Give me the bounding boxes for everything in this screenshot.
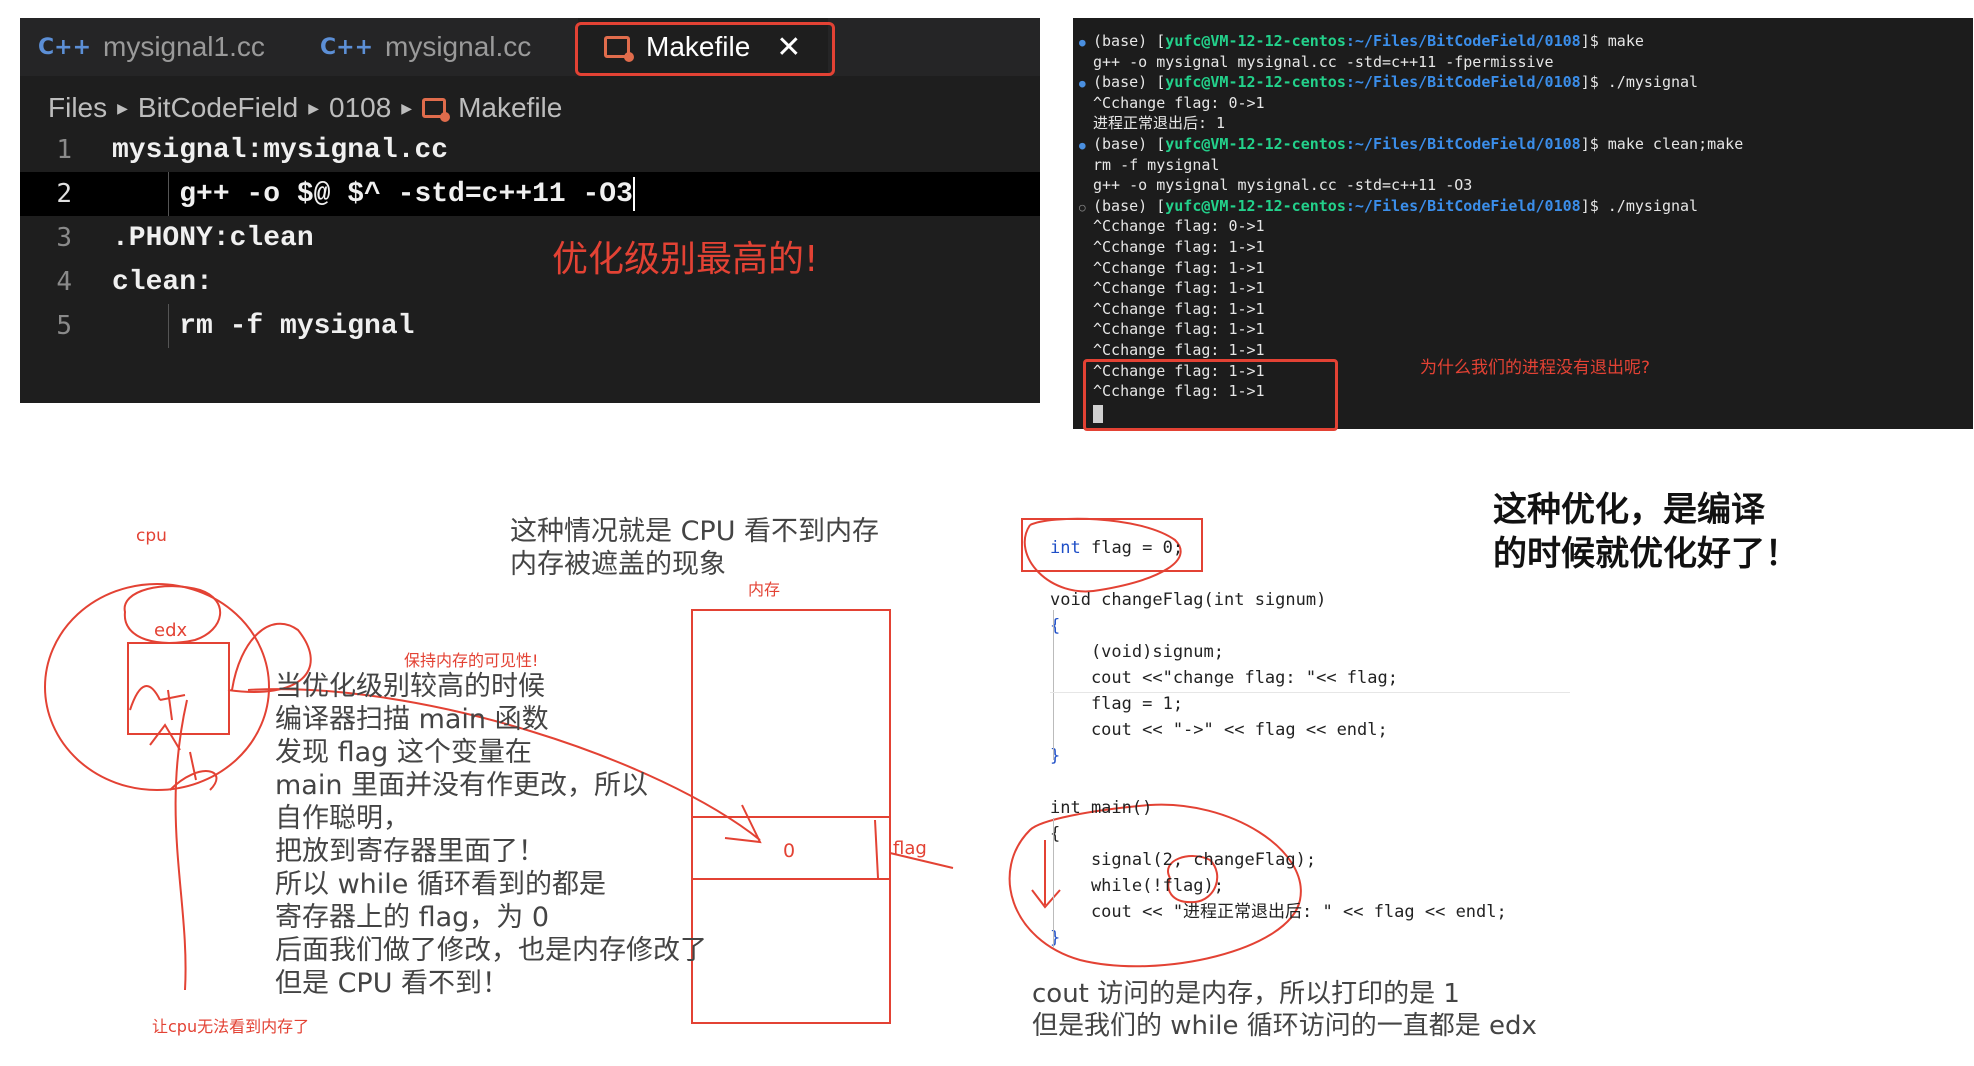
cpu-blind-note: 让cpu无法看到内存了 <box>152 1017 310 1036</box>
register-box <box>127 642 230 735</box>
side-note: 这种优化，是编译 的时候就优化好了！ <box>1493 488 1799 576</box>
code-line: signal(2, changeFlag); <box>1050 850 1317 870</box>
code-line: void changeFlag(int signum) <box>1050 590 1327 610</box>
code-line: cout << "->" << flag << endl; <box>1050 720 1388 740</box>
explanation-line: 后面我们做了修改，也是内存修改了 <box>275 935 707 966</box>
explanation-line: 但是 CPU 看不到！ <box>275 968 510 999</box>
memory-cell-value: 0 <box>783 840 796 862</box>
brace-guide <box>1053 818 1054 948</box>
code-line: flag = 1; <box>1050 694 1184 714</box>
code-line: (void)signum; <box>1050 642 1224 662</box>
explanation-line: 自作聪明， <box>275 803 410 834</box>
stick-figure <box>129 685 186 751</box>
code-text: flag = 0; <box>1090 538 1184 558</box>
code-line: cout << "进程正常退出后: " << flag << endl; <box>1050 902 1507 922</box>
flag-label: flag <box>893 838 927 859</box>
edx-label: edx <box>154 620 188 641</box>
code-line: } <box>1050 746 1061 766</box>
note-line: cout 访问的是内存，所以打印的是 1 <box>1032 979 1460 1009</box>
cpu-circle <box>44 583 270 791</box>
code-line: int main() <box>1050 798 1153 818</box>
explanation-line: 把放到寄存器里面了！ <box>275 836 545 867</box>
diagram-heading: 这种情况就是 CPU 看不到内存 内存被遮盖的现象 <box>510 515 879 581</box>
heading-line: 内存被遮盖的现象 <box>510 549 726 580</box>
explanation-line: 寄存器上的 flag，为 0 <box>275 902 550 933</box>
explanation-line: 发现 flag 这个变量在 <box>275 737 532 768</box>
note-line: 但是我们的 while 循环访问的一直都是 edx <box>1032 1011 1537 1041</box>
heading-line: 这种情况就是 CPU 看不到内存 <box>510 516 880 547</box>
code-line: { <box>1050 824 1061 844</box>
code-line: } <box>1050 928 1061 948</box>
brace-guide <box>1053 610 1054 760</box>
explanation-text: 当优化级别较高的时候 编译器扫描 main 函数 发现 flag 这个变量在 m… <box>275 670 707 1000</box>
code-line: { <box>1050 616 1061 636</box>
current-line-rule <box>1050 692 1570 693</box>
explanation-line: main 里面并没有作更改，所以 <box>275 770 649 801</box>
note-line: 的时候就优化好了！ <box>1493 534 1799 574</box>
cpu-label: cpu <box>136 526 167 546</box>
code-line: cout <<"change flag: "<< flag; <box>1050 668 1398 688</box>
bottom-note: cout 访问的是内存，所以打印的是 1 但是我们的 while 循环访问的一直… <box>1032 978 1537 1042</box>
note-line: 这种优化，是编译 <box>1493 490 1765 530</box>
explanation-line: 编译器扫描 main 函数 <box>275 704 549 735</box>
visibility-note: 保持内存的可见性! <box>404 651 539 670</box>
code-line: while(!flag); <box>1050 876 1224 896</box>
explanation-line: 所以 while 循环看到的都是 <box>275 869 606 900</box>
explanation-line: 当优化级别较高的时候 <box>275 671 545 702</box>
code-line: int flag = 0; <box>1050 538 1184 558</box>
cpu-line <box>174 699 188 991</box>
